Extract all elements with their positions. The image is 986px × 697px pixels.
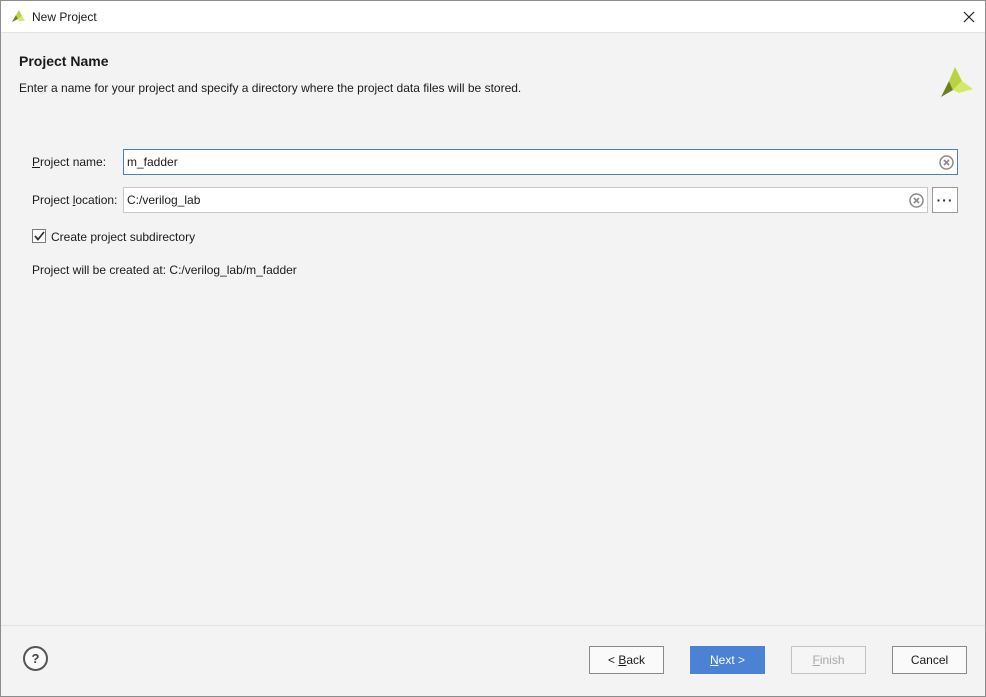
new-project-dialog: New Project Project Name Enter a name fo… [0,0,986,697]
back-button[interactable]: < Back [589,646,664,674]
footer-divider [1,625,985,626]
close-icon [963,11,975,23]
cancel-button[interactable]: Cancel [892,646,967,674]
window-title: New Project [32,10,97,24]
project-name-label: Project name: [32,155,107,169]
browse-location-button[interactable]: ··· [932,187,958,213]
form-area: Project name: Project location: ··· [1,113,985,625]
project-name-input[interactable] [127,150,930,174]
clear-icon[interactable] [909,193,924,208]
help-icon: ? [31,651,40,666]
next-button[interactable]: Next > [690,646,765,674]
page-subtitle: Enter a name for your project and specif… [19,81,522,95]
project-name-field[interactable] [123,149,958,175]
title-bar: New Project [1,1,985,33]
close-button[interactable] [953,1,985,33]
create-subdirectory-checkbox[interactable] [32,229,46,243]
page-title: Project Name [19,53,109,69]
checkmark-icon [33,231,45,241]
wizard-header: Project Name Enter a name for your proje… [1,33,985,113]
browse-ellipsis-icon: ··· [936,192,954,208]
project-location-input[interactable] [127,188,900,212]
vivado-logo-icon [941,67,973,97]
create-subdirectory-label: Create project subdirectory [51,230,196,244]
help-button[interactable]: ? [23,646,48,671]
finish-button[interactable]: Finish [791,646,866,674]
project-location-field[interactable] [123,187,928,213]
project-path-preview: Project will be created at: C:/verilog_l… [32,263,297,277]
clear-icon[interactable] [939,155,954,170]
vivado-logo-icon [12,10,25,22]
project-location-label: Project location: [32,193,118,207]
